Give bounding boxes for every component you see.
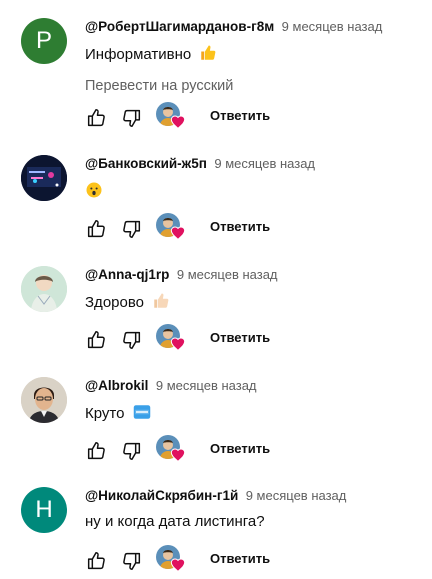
- avatar[interactable]: [21, 377, 67, 423]
- comment-text: Информативно: [85, 44, 217, 66]
- thumbs-up-light-emoji-icon: [152, 292, 170, 314]
- comment-text-content: Информативно: [85, 45, 192, 63]
- comment-header: @НиколайСкрябин-г1й 9 месяцев назад: [85, 487, 346, 505]
- thumbs-down-icon: [123, 109, 141, 127]
- like-button[interactable]: [84, 106, 108, 130]
- dislike-button[interactable]: [120, 328, 144, 352]
- comment-time[interactable]: 9 месяцев назад: [282, 19, 383, 34]
- comment-header: @Albrokil 9 месяцев назад: [85, 377, 257, 395]
- thumbs-up-icon: [87, 552, 105, 570]
- thumbs-up-icon: [87, 331, 105, 349]
- reply-button[interactable]: Ответить: [210, 551, 270, 566]
- dislike-button[interactable]: [120, 217, 144, 241]
- comment-time[interactable]: 9 месяцев назад: [156, 378, 257, 393]
- comment-author[interactable]: @Albrokil: [85, 378, 148, 393]
- comment-text-content: Круто: [85, 404, 125, 422]
- comment-actions: Ответить: [84, 213, 404, 247]
- comment-actions: Ответить: [84, 324, 404, 358]
- dislike-button[interactable]: [120, 106, 144, 130]
- heart-icon: [170, 337, 186, 352]
- comment-author[interactable]: @РобертШагимарданов-г8м: [85, 19, 274, 34]
- creator-heart: [156, 102, 186, 132]
- comment-text: Здорово: [85, 292, 170, 314]
- like-button[interactable]: [84, 328, 108, 352]
- comment-header: @Банковский-ж5п 9 месяцев назад: [85, 155, 315, 173]
- reply-button[interactable]: Ответить: [210, 219, 270, 234]
- creator-heart: [156, 545, 186, 575]
- avatar-image-icon: [21, 155, 67, 201]
- comment-time[interactable]: 9 месяцев назад: [214, 156, 315, 171]
- avatar-image-icon: [21, 377, 67, 423]
- heart-icon: [170, 448, 186, 463]
- avatar-letter: P: [35, 27, 52, 54]
- dislike-button[interactable]: [120, 549, 144, 573]
- reply-button[interactable]: Ответить: [210, 330, 270, 345]
- comment-text-content: ну и когда дата листинга?: [85, 513, 265, 530]
- cool-button-emoji-icon: [133, 403, 151, 425]
- heart-icon: [170, 115, 186, 130]
- astonished-face-emoji-icon: [85, 181, 103, 203]
- comment-author[interactable]: @Банковский-ж5п: [85, 156, 207, 171]
- comment-time[interactable]: 9 месяцев назад: [177, 267, 278, 282]
- comment-header: @РобертШагимарданов-г8м 9 месяцев назад: [85, 18, 382, 36]
- reply-button[interactable]: Ответить: [210, 108, 270, 123]
- creator-heart: [156, 213, 186, 243]
- thumbs-down-icon: [123, 331, 141, 349]
- comment-actions: Ответить: [84, 435, 404, 469]
- creator-heart: [156, 435, 186, 465]
- like-button[interactable]: [84, 217, 108, 241]
- reply-button[interactable]: Ответить: [210, 441, 270, 456]
- dislike-button[interactable]: [120, 439, 144, 463]
- translate-link[interactable]: Перевести на русский: [85, 78, 233, 94]
- like-button[interactable]: [84, 439, 108, 463]
- comment-author[interactable]: @НиколайСкрябин-г1й: [85, 488, 238, 503]
- heart-icon: [170, 558, 186, 573]
- comment-author[interactable]: @Anna-qj1rp: [85, 267, 169, 282]
- thumbs-up-icon: [87, 442, 105, 460]
- comment-text: Круто: [85, 403, 151, 425]
- like-button[interactable]: [84, 549, 108, 573]
- thumbs-up-icon: [87, 109, 105, 127]
- avatar[interactable]: P: [21, 18, 67, 64]
- creator-heart: [156, 324, 186, 354]
- avatar-letter: H: [35, 496, 53, 523]
- heart-icon: [170, 226, 186, 241]
- comment-text: [85, 181, 103, 203]
- comment-header: @Anna-qj1rp 9 месяцев назад: [85, 266, 278, 284]
- thumbs-down-icon: [123, 442, 141, 460]
- avatar[interactable]: [21, 155, 67, 201]
- comment-text-content: Здорово: [85, 293, 144, 311]
- thumbs-down-icon: [123, 552, 141, 570]
- avatar[interactable]: [21, 266, 67, 312]
- comment-text: ну и когда дата листинга?: [85, 513, 265, 530]
- comment-actions: Ответить: [84, 102, 404, 136]
- avatar-image-icon: [21, 266, 67, 312]
- thumbs-down-icon: [123, 220, 141, 238]
- thumbs-up-icon: [87, 220, 105, 238]
- avatar[interactable]: H: [21, 487, 67, 533]
- comment-time[interactable]: 9 месяцев назад: [246, 488, 347, 503]
- thumbs-up-emoji-icon: [199, 44, 217, 66]
